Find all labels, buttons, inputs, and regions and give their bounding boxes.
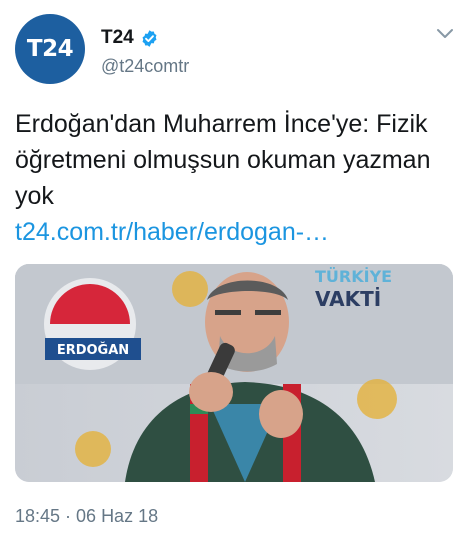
tweet-text: Erdoğan'dan Muharrem İnce'ye: Fizik öğre… [15, 106, 455, 250]
verified-icon [142, 29, 157, 47]
tweet-timestamp[interactable]: 18:45 · 06 Haz 18 [15, 506, 158, 527]
chevron-down-icon[interactable] [436, 28, 454, 40]
avatar[interactable]: T24 [15, 14, 85, 84]
tweet-body: Erdoğan'dan Muharrem İnce'ye: Fizik öğre… [15, 110, 431, 210]
avatar-text: T24 [26, 36, 74, 62]
banner-logo-text: ERDOĞAN [57, 342, 129, 358]
display-name[interactable]: T24 [101, 27, 134, 49]
tweet-link[interactable]: t24.com.tr/haber/erdogan-… [15, 214, 455, 250]
tweet-header: T24 T24 @t24comtr [15, 14, 454, 86]
handle[interactable]: @t24comtr [101, 56, 189, 77]
media-photo: ERDOĞAN TÜRKİYE VAKTİ [15, 264, 453, 482]
banner-text-1: TÜRKİYE [315, 267, 392, 286]
tweet-media[interactable]: ERDOĞAN TÜRKİYE VAKTİ [15, 264, 453, 482]
name-row: T24 [101, 27, 159, 49]
banner-text-2: VAKTİ [315, 287, 381, 311]
